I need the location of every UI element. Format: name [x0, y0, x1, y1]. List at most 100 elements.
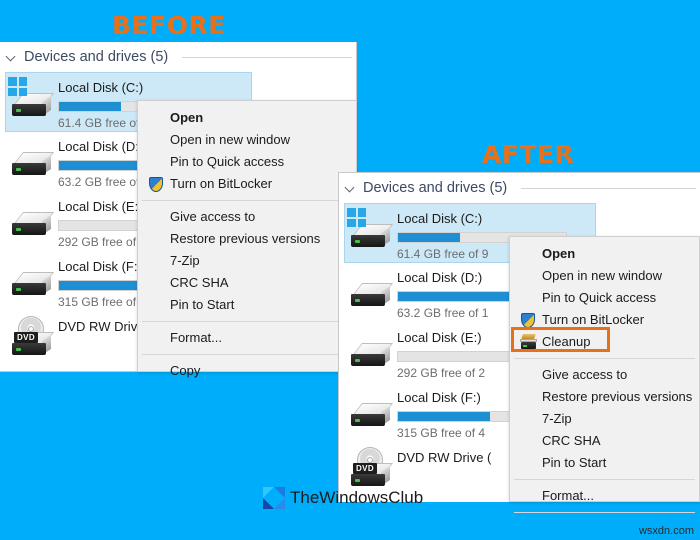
hard-drive-body-icon	[12, 152, 55, 178]
hard-drive-body-icon	[351, 403, 394, 429]
menu-item-label: Open in new window	[170, 132, 290, 147]
menu-item-label: Format...	[542, 488, 595, 503]
chevron-down-icon[interactable]	[345, 182, 357, 194]
menu-separator	[514, 358, 695, 359]
menu-separator	[142, 321, 352, 322]
menu-item-label: Pin to Quick access	[170, 154, 285, 169]
devices-and-drives-group-header-after[interactable]: Devices and drives (5)	[339, 177, 700, 199]
hard-drive-icon	[6, 134, 58, 188]
menu-item-label: Open in new window	[542, 268, 662, 283]
menu-item-label: 7-Zip	[170, 253, 200, 268]
menu-item[interactable]: Give access to	[138, 206, 356, 228]
menu-item[interactable]: Pin to Quick access	[510, 287, 699, 309]
menu-item[interactable]: Format...	[510, 485, 699, 507]
capacity-bar-fill	[59, 102, 122, 111]
menu-separator	[514, 512, 695, 513]
devices-and-drives-group-header-before[interactable]: Devices and drives (5)	[0, 46, 356, 68]
menu-item[interactable]: Cleanup	[510, 331, 699, 353]
cleanup-icon	[518, 334, 542, 350]
menu-item-icon-slot	[518, 367, 542, 383]
menu-item-icon-slot	[518, 246, 542, 262]
hard-drive-windows-icon	[345, 206, 397, 260]
hard-drive-body-icon	[12, 272, 55, 298]
menu-item-icon-slot	[146, 275, 170, 291]
drive-name: Local Disk (C:)	[58, 80, 144, 95]
thewindowsclub-logo-icon	[263, 487, 285, 509]
menu-item[interactable]: Open in new window	[510, 265, 699, 287]
menu-item[interactable]: 7-Zip	[510, 408, 699, 430]
menu-item-label: CRC SHA	[170, 275, 229, 290]
group-header-rule	[182, 56, 352, 58]
drive-name: Local Disk (C:)	[397, 211, 483, 226]
menu-item-icon-slot	[518, 411, 542, 427]
menu-item-label: Give access to	[542, 367, 628, 382]
menu-item[interactable]: Pin to Start	[510, 452, 699, 474]
hard-drive-icon	[345, 385, 397, 439]
shield-icon	[521, 313, 535, 328]
menu-item[interactable]: Open	[510, 243, 699, 265]
hard-drive-icon	[6, 254, 58, 308]
dvd-label-icon: DVD	[353, 463, 378, 474]
menu-separator	[142, 200, 352, 201]
group-header-label: Devices and drives (5)	[24, 49, 169, 65]
after-label: AFTER	[482, 140, 575, 169]
menu-item-label: Format...	[170, 330, 223, 345]
hard-drive-body-icon	[351, 283, 394, 309]
menu-item-label: Restore previous versions	[542, 389, 693, 404]
menu-item[interactable]: 7-Zip	[138, 250, 356, 272]
menu-item-icon-slot	[518, 433, 542, 449]
menu-separator	[514, 479, 695, 480]
watermark-label: TheWindowsClub	[290, 488, 424, 507]
windows-logo-icon	[8, 77, 27, 96]
menu-item[interactable]: Restore previous versions	[138, 228, 356, 250]
shield-icon	[149, 177, 163, 192]
menu-item-icon-slot	[146, 253, 170, 269]
menu-item[interactable]: Pin to Quick access	[138, 151, 356, 173]
menu-item[interactable]: CRC SHA	[138, 272, 356, 294]
hard-drive-icon	[345, 265, 397, 319]
menu-item-label: Turn on BitLocker	[542, 312, 645, 327]
hard-drive-icon	[345, 325, 397, 379]
before-label: BEFORE	[112, 11, 226, 40]
menu-item-label: Restore previous versions	[170, 231, 321, 246]
menu-item-label: Pin to Start	[170, 297, 235, 312]
menu-item-label: Open	[170, 110, 204, 125]
hard-drive-body-icon	[12, 93, 55, 119]
menu-item-label: Pin to Start	[542, 455, 607, 470]
hard-drive-body-icon	[351, 343, 394, 369]
menu-item-label: Open	[542, 246, 576, 261]
menu-item[interactable]: Copy	[138, 360, 356, 382]
menu-item[interactable]: Give access to	[510, 364, 699, 386]
menu-item[interactable]: Format...	[138, 327, 356, 349]
context-menu-after[interactable]: Open Open in new window Pin to Quick acces…	[509, 236, 700, 513]
menu-item[interactable]: Restore previous versions	[510, 386, 699, 408]
hard-drive-body-icon	[351, 224, 394, 250]
footer-credit: wsxdn.com	[638, 525, 694, 537]
chevron-down-icon[interactable]	[6, 51, 18, 63]
menu-item[interactable]: Open	[138, 107, 356, 129]
menu-item[interactable]: Open in new window	[138, 129, 356, 151]
context-menu-before[interactable]: Open Open in new window Pin to Quick acces…	[137, 100, 357, 378]
dvd-drive-icon: DVD	[6, 314, 58, 368]
capacity-bar-fill	[398, 233, 461, 242]
menu-item-label: 7-Zip	[542, 411, 572, 426]
menu-item-icon-slot	[146, 132, 170, 148]
watermark: TheWindowsClub	[263, 487, 423, 509]
menu-item-icon-slot	[146, 297, 170, 313]
menu-item[interactable]: Pin to Start	[138, 294, 356, 316]
menu-item-icon-slot	[146, 154, 170, 170]
menu-item-icon-slot	[518, 455, 542, 471]
group-header-label: Devices and drives (5)	[363, 180, 508, 196]
dvd-label-icon: DVD	[14, 332, 39, 343]
menu-item-icon-slot	[146, 209, 170, 225]
menu-item-icon-slot	[518, 389, 542, 405]
menu-item-icon-slot	[146, 231, 170, 247]
menu-item-label: Cleanup	[542, 334, 591, 349]
shield-icon	[146, 176, 170, 192]
hard-drive-windows-icon	[6, 75, 58, 129]
menu-item[interactable]: Turn on BitLocker	[510, 309, 699, 331]
menu-item-icon-slot	[518, 268, 542, 284]
menu-item[interactable]: CRC SHA	[510, 430, 699, 452]
menu-item[interactable]: Turn on BitLocker	[138, 173, 356, 195]
group-header-rule	[521, 187, 696, 189]
